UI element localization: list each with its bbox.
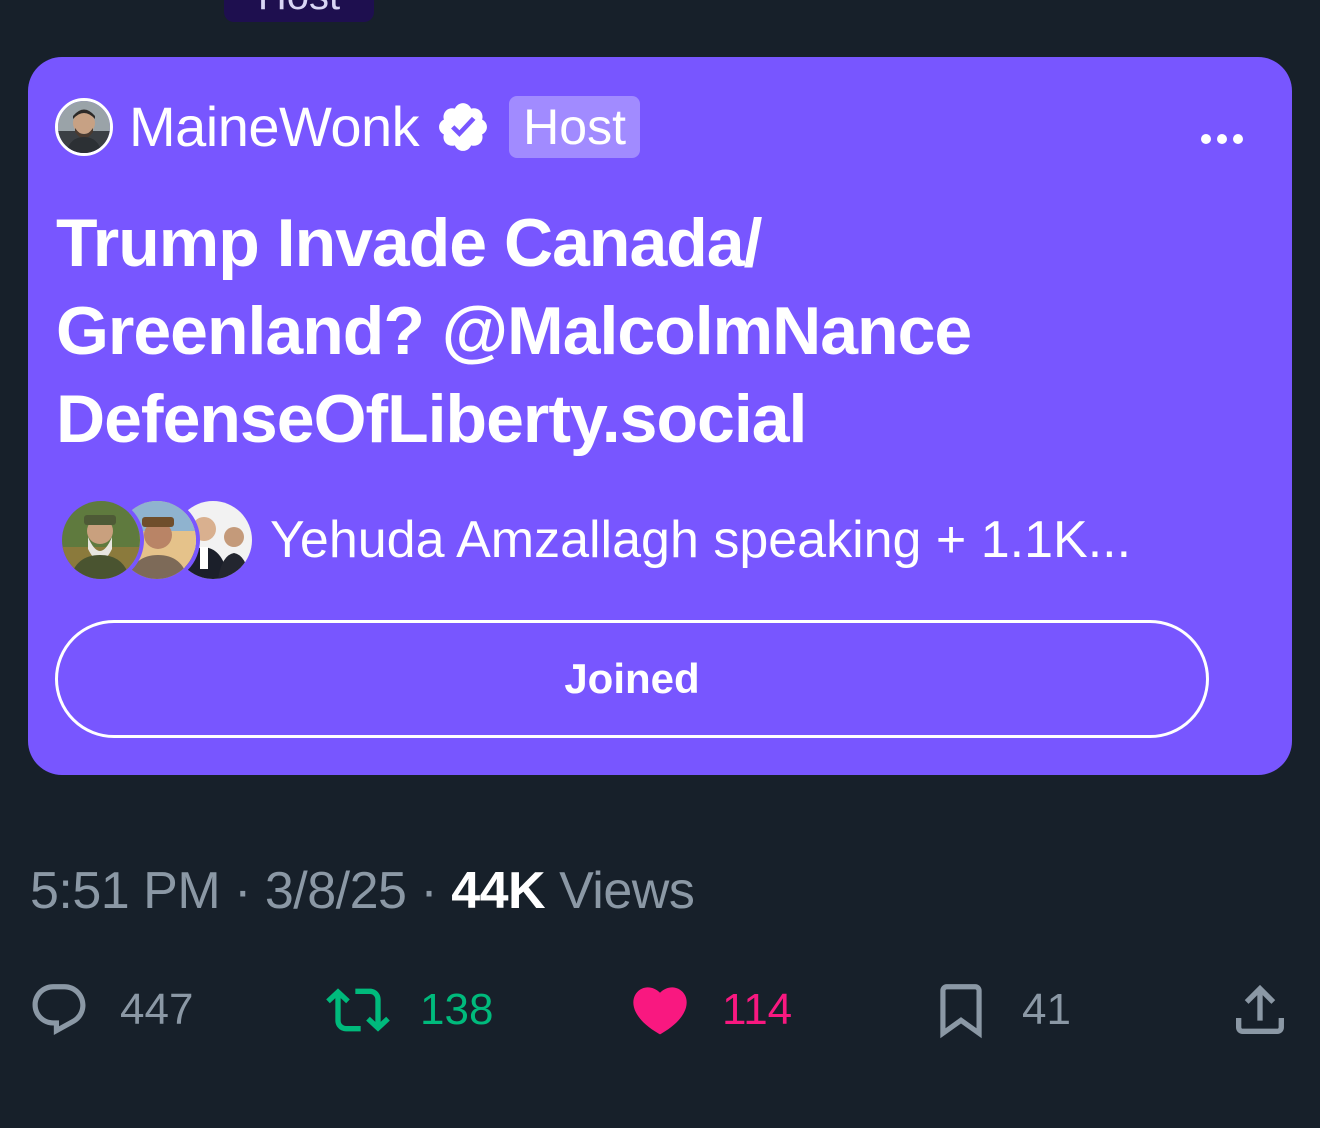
bookmark-count: 41 xyxy=(1022,985,1071,1034)
bookmark-button[interactable]: 41 xyxy=(930,970,1071,1050)
like-count: 114 xyxy=(722,985,793,1034)
previous-host-tag: Host xyxy=(224,0,374,22)
repost-button[interactable]: 138 xyxy=(326,970,493,1050)
host-avatar[interactable] xyxy=(55,98,113,156)
views-label: Views xyxy=(559,862,695,920)
tweet-time[interactable]: 5:51 PM xyxy=(30,862,221,920)
joined-button[interactable]: Joined xyxy=(55,620,1209,738)
tweet-date[interactable]: 3/8/25 xyxy=(265,862,407,920)
more-options-button[interactable] xyxy=(1194,119,1250,159)
speakers-text: Yehuda Amzallagh speaking + 1.1K... xyxy=(270,511,1132,569)
space-title: Trump Invade Canada/ Greenland? @Malcolm… xyxy=(56,199,1176,463)
tweet-meta: 5:51 PM · 3/8/25 · 44K Views xyxy=(30,856,695,926)
meta-separator: · xyxy=(420,862,438,920)
share-button[interactable] xyxy=(1228,970,1292,1050)
tweet-actions: 447 138 114 41 xyxy=(0,970,1320,1050)
like-button[interactable]: 114 xyxy=(628,970,792,1050)
more-dots-icon xyxy=(1201,134,1243,144)
repost-count: 138 xyxy=(420,985,494,1034)
share-icon xyxy=(1236,984,1284,1034)
space-title-line: Greenland? @MalcolmNance xyxy=(56,293,972,369)
speakers-row[interactable]: Yehuda Amzallagh speaking + 1.1K... xyxy=(58,497,1131,583)
reply-button[interactable]: 447 xyxy=(28,970,193,1050)
space-title-line: Trump Invade Canada/ xyxy=(56,205,763,281)
space-card[interactable]: MaineWonk Host Trump Invade Canada/ Gree… xyxy=(28,57,1292,775)
space-title-line: DefenseOfLiberty.social xyxy=(56,381,807,457)
meta-separator: · xyxy=(234,862,251,920)
views-count: 44K xyxy=(451,862,546,920)
bookmark-icon xyxy=(940,984,982,1039)
heart-icon xyxy=(633,987,687,1035)
verified-badge-icon xyxy=(439,103,488,151)
reply-icon xyxy=(32,984,86,1036)
reply-count: 447 xyxy=(120,985,194,1034)
host-badge: Host xyxy=(509,96,640,158)
speaker-avatar xyxy=(58,497,144,583)
speaker-avatar-stack xyxy=(58,497,256,583)
repost-icon xyxy=(326,988,390,1032)
host-name[interactable]: MaineWonk xyxy=(129,93,420,161)
host-row: MaineWonk Host xyxy=(55,93,640,161)
